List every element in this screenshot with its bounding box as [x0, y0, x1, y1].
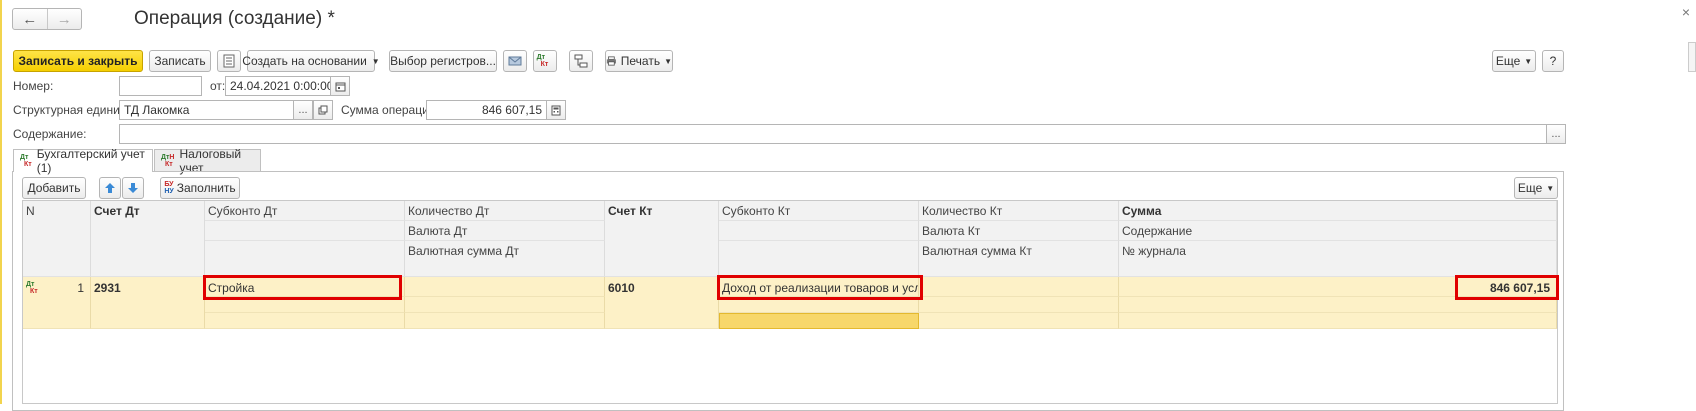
dt-kt-row-icon: Дт Кт [26, 281, 38, 295]
move-up-icon[interactable] [99, 177, 121, 199]
nav-buttons: ← → [12, 8, 82, 30]
fill-label: Заполнить [176, 181, 236, 195]
number-label: Номер: [13, 79, 54, 93]
forward-arrow-icon[interactable]: → [46, 9, 82, 29]
table-more-label: Еще [1517, 181, 1543, 195]
dropdown-arrow-icon: ▼ [371, 56, 380, 66]
dropdown-arrow-icon: ▼ [1546, 183, 1555, 193]
header-sum[interactable]: Сумма [1119, 201, 1557, 221]
header-journal-no[interactable]: № журнала [1119, 241, 1557, 277]
row-1-qty-kt[interactable] [919, 277, 1119, 297]
highlight-sum [1455, 275, 1559, 300]
select-registers-button[interactable]: Выбор регистров... [389, 50, 497, 72]
more-label: Еще [1495, 54, 1521, 68]
highlight-subconto-dt [203, 275, 402, 300]
header-subconto-kt-3 [719, 241, 919, 277]
tab-accounting[interactable]: Дт Кт Бухгалтерский учет (1) [13, 147, 153, 175]
header-n[interactable]: N [23, 201, 91, 277]
window-left-border [0, 0, 2, 404]
header-currency-dt[interactable]: Валюта Дт [405, 221, 605, 241]
header-qty-dt[interactable]: Количество Дт [405, 201, 605, 221]
more-button[interactable]: Еще ▼ [1492, 50, 1536, 72]
header-cur-sum-dt[interactable]: Валютная сумма Дт [405, 241, 605, 277]
row-number: 1 [77, 281, 84, 295]
save-button[interactable]: Записать [149, 50, 211, 72]
window-title: Операция (создание) * [134, 8, 335, 29]
row-1-cur-sum-dt[interactable] [405, 313, 605, 329]
tab-tax[interactable]: ДтН Кт Налоговый учет [154, 147, 261, 175]
operation-amount-label: Сумма операции: [341, 103, 439, 117]
date-field[interactable]: 24.04.2021 0:00:00 [225, 76, 331, 96]
print-label: Печать [620, 54, 661, 68]
content-field[interactable] [119, 124, 1547, 144]
header-cur-sum-kt[interactable]: Валютная сумма Кт [919, 241, 1119, 277]
structural-unit-field[interactable]: ТД Лакомка [119, 100, 294, 120]
fill-button[interactable]: БУ НУ Заполнить [160, 177, 240, 199]
calculator-icon[interactable] [546, 100, 566, 120]
create-based-on-button[interactable]: Создать на основании ▼ [242, 50, 380, 72]
row-1-account-dt[interactable]: 2931 [91, 277, 205, 329]
document-list-icon[interactable] [217, 50, 241, 72]
entries-table: N Счет Дт Субконто Дт Количество Дт Валю… [22, 200, 1558, 404]
send-icon[interactable] [503, 50, 527, 72]
operation-amount-field[interactable]: 846 607,15 [426, 100, 547, 120]
header-subconto-kt-2 [719, 221, 919, 241]
header-subconto-dt[interactable]: Субконто Дт [205, 201, 405, 221]
row-1-qty-dt[interactable] [405, 277, 605, 297]
row-1-cur-sum-kt[interactable] [919, 313, 1119, 329]
select-ellipsis-button[interactable]: ... [293, 100, 313, 120]
printer-icon [606, 56, 616, 66]
header-currency-kt[interactable]: Валюта Кт [919, 221, 1119, 241]
header-qty-kt[interactable]: Количество Кт [919, 201, 1119, 221]
number-field[interactable] [119, 76, 202, 96]
row-1-currency-kt[interactable] [919, 297, 1119, 313]
dropdown-arrow-icon: ▼ [1524, 56, 1533, 66]
close-icon[interactable]: × [1682, 4, 1690, 20]
row-1-journal-no[interactable] [1119, 313, 1557, 329]
header-subconto-dt-3 [205, 241, 405, 277]
content-ellipsis-button[interactable]: ... [1546, 124, 1566, 144]
dropdown-arrow-icon: ▼ [664, 56, 672, 66]
table-more-button[interactable]: Еще ▼ [1514, 177, 1558, 199]
dt-kt-icon: Дт Кт [20, 154, 32, 168]
tab-accounting-label: Бухгалтерский учет (1) [36, 147, 145, 175]
create-based-on-label: Создать на основании [242, 54, 367, 68]
fill-icon: БУ НУ [164, 181, 174, 195]
row-1-account-kt[interactable]: 6010 [605, 277, 719, 329]
add-row-button[interactable]: Добавить [22, 177, 86, 199]
header-account-dt[interactable]: Счет Дт [91, 201, 205, 277]
row-1-subconto-dt-3[interactable] [205, 313, 405, 329]
print-button[interactable]: Печать ▼ [605, 50, 673, 72]
window-scrollbar[interactable] [1688, 42, 1696, 72]
save-and-close-button[interactable]: Записать и закрыть [13, 50, 143, 72]
header-account-kt[interactable]: Счет Кт [605, 201, 719, 277]
row-1-currency-dt[interactable] [405, 297, 605, 313]
highlight-subconto-kt [717, 275, 923, 300]
structure-icon[interactable] [569, 50, 593, 72]
back-arrow-icon[interactable]: ← [13, 9, 47, 29]
date-from-label: от: [210, 79, 226, 93]
header-subconto-kt[interactable]: Субконто Кт [719, 201, 919, 221]
header-content[interactable]: Содержание [1119, 221, 1557, 241]
help-button[interactable]: ? [1542, 50, 1564, 72]
header-subconto-dt-2 [205, 221, 405, 241]
row-1-n[interactable]: Дт Кт 1 [23, 277, 91, 329]
dt-kt-entries-icon[interactable]: Дт Кт [533, 50, 557, 72]
open-icon[interactable] [313, 100, 333, 120]
content-label: Содержание: [13, 127, 87, 141]
dt-kt-tax-icon: ДтН Кт [161, 153, 175, 168]
calendar-icon[interactable] [330, 76, 350, 96]
row-1-subconto-kt-3-active[interactable] [719, 313, 919, 329]
move-down-icon[interactable] [122, 177, 144, 199]
